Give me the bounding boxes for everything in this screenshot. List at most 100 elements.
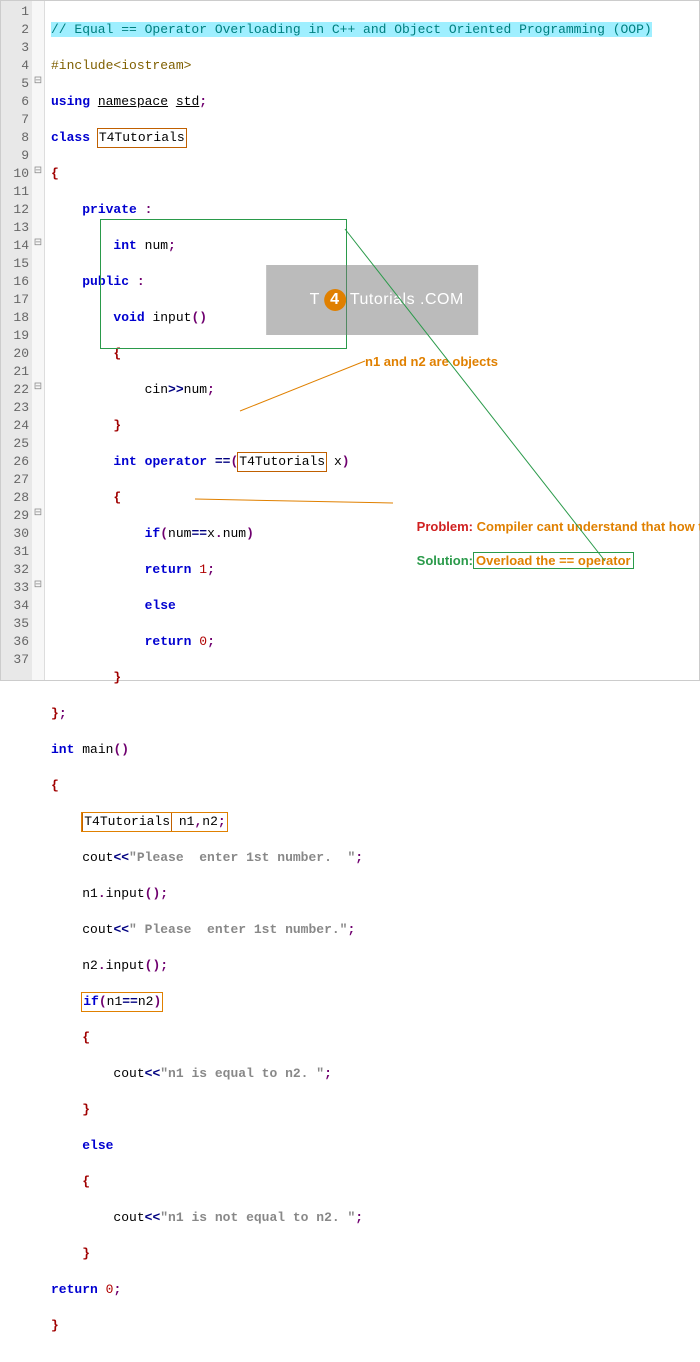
fold-marker[interactable]: [32, 361, 44, 379]
line-number: 27: [7, 471, 29, 489]
fold-marker[interactable]: [32, 217, 44, 235]
code-line: }: [51, 669, 699, 687]
line-number: 22: [7, 381, 29, 399]
fold-marker[interactable]: [32, 523, 44, 541]
fold-marker[interactable]: [32, 109, 44, 127]
fold-marker[interactable]: ⊟: [32, 379, 44, 397]
annotation-problem: Problem: Compiler cant understand that h…: [395, 501, 675, 586]
code-line: }: [51, 1317, 699, 1335]
code-line: // Equal == Operator Overloading in C++ …: [51, 21, 699, 39]
line-number: 26: [7, 453, 29, 471]
fold-marker[interactable]: [32, 307, 44, 325]
code-line: return 0;: [51, 633, 699, 651]
line-number: 11: [7, 183, 29, 201]
code-line: else: [51, 597, 699, 615]
line-number: 35: [7, 615, 29, 633]
fold-marker[interactable]: [32, 289, 44, 307]
fold-marker[interactable]: [32, 19, 44, 37]
code-line: n2.input();: [51, 957, 699, 975]
line-number: 21: [7, 363, 29, 381]
fold-marker[interactable]: [32, 451, 44, 469]
code-line: cin>>num;: [51, 381, 699, 399]
fold-marker[interactable]: [32, 559, 44, 577]
fold-marker[interactable]: [32, 487, 44, 505]
code-line: cout<<" Please enter 1st number.";: [51, 921, 699, 939]
fold-marker[interactable]: [32, 91, 44, 109]
line-number: 20: [7, 345, 29, 363]
code-line: n1.input();: [51, 885, 699, 903]
fold-marker[interactable]: [32, 145, 44, 163]
fold-marker[interactable]: ⊟: [32, 73, 44, 91]
line-number: 8: [7, 129, 29, 147]
line-number: 1: [7, 3, 29, 21]
fold-marker[interactable]: [32, 253, 44, 271]
fold-marker[interactable]: [32, 127, 44, 145]
code-line: int main(): [51, 741, 699, 759]
line-number: 29: [7, 507, 29, 525]
param-type-box: T4Tutorials: [238, 453, 326, 471]
code-line: else: [51, 1137, 699, 1155]
line-number: 37: [7, 651, 29, 669]
object-decl-box: T4Tutorials n1,n2;: [82, 813, 226, 831]
line-number: 14: [7, 237, 29, 255]
line-number: 7: [7, 111, 29, 129]
fold-marker[interactable]: ⊟: [32, 163, 44, 181]
code-line: }: [51, 1245, 699, 1263]
line-number: 5: [7, 75, 29, 93]
fold-marker[interactable]: [32, 37, 44, 55]
code-line: {: [51, 1173, 699, 1191]
fold-marker[interactable]: [32, 595, 44, 613]
code-line: int operator ==(T4Tutorials x): [51, 453, 699, 471]
line-number: 15: [7, 255, 29, 273]
fold-marker[interactable]: [32, 541, 44, 559]
fold-marker[interactable]: [32, 343, 44, 361]
fold-marker[interactable]: [32, 55, 44, 73]
line-number: 6: [7, 93, 29, 111]
code-line: using namespace std;: [51, 93, 699, 111]
fold-marker[interactable]: [32, 325, 44, 343]
line-number: 32: [7, 561, 29, 579]
line-number: 16: [7, 273, 29, 291]
fold-marker[interactable]: [32, 631, 44, 649]
code-line: void input(): [51, 309, 699, 327]
code-line: }: [51, 1101, 699, 1119]
fold-marker[interactable]: [32, 397, 44, 415]
fold-marker[interactable]: [32, 415, 44, 433]
fold-marker[interactable]: [32, 1, 44, 19]
code-line: T4Tutorials n1,n2;: [51, 813, 699, 831]
fold-marker[interactable]: [32, 433, 44, 451]
code-line: cout<<"n1 is not equal to n2. ";: [51, 1209, 699, 1227]
line-number: 34: [7, 597, 29, 615]
code-line: }: [51, 417, 699, 435]
code-line: cout<<"Please enter 1st number. ";: [51, 849, 699, 867]
code-line: #include<iostream>: [51, 57, 699, 75]
annotation-objects: n1 and n2 are objects: [365, 353, 498, 371]
line-number: 19: [7, 327, 29, 345]
fold-marker[interactable]: [32, 469, 44, 487]
fold-marker[interactable]: ⊟: [32, 505, 44, 523]
code-line: {: [51, 777, 699, 795]
fold-marker[interactable]: ⊟: [32, 577, 44, 595]
line-number: 31: [7, 543, 29, 561]
line-number: 24: [7, 417, 29, 435]
class-name-box: T4Tutorials: [98, 129, 186, 147]
code-line: if(n1==n2): [51, 993, 699, 1011]
line-number: 2: [7, 21, 29, 39]
code-line: public :: [51, 273, 699, 291]
line-number: 25: [7, 435, 29, 453]
fold-marker[interactable]: [32, 613, 44, 631]
line-number: 30: [7, 525, 29, 543]
fold-marker[interactable]: [32, 199, 44, 217]
line-number: 12: [7, 201, 29, 219]
fold-marker[interactable]: [32, 271, 44, 289]
line-number: 4: [7, 57, 29, 75]
code-line: return 0;: [51, 1281, 699, 1299]
solution-box: Overload the == operator: [473, 552, 634, 569]
fold-marker[interactable]: ⊟: [32, 235, 44, 253]
fold-marker[interactable]: [32, 649, 44, 667]
code-line: cout<<"n1 is equal to n2. ";: [51, 1065, 699, 1083]
fold-marker[interactable]: [32, 181, 44, 199]
line-number: 17: [7, 291, 29, 309]
line-number: 13: [7, 219, 29, 237]
code-line: int num;: [51, 237, 699, 255]
